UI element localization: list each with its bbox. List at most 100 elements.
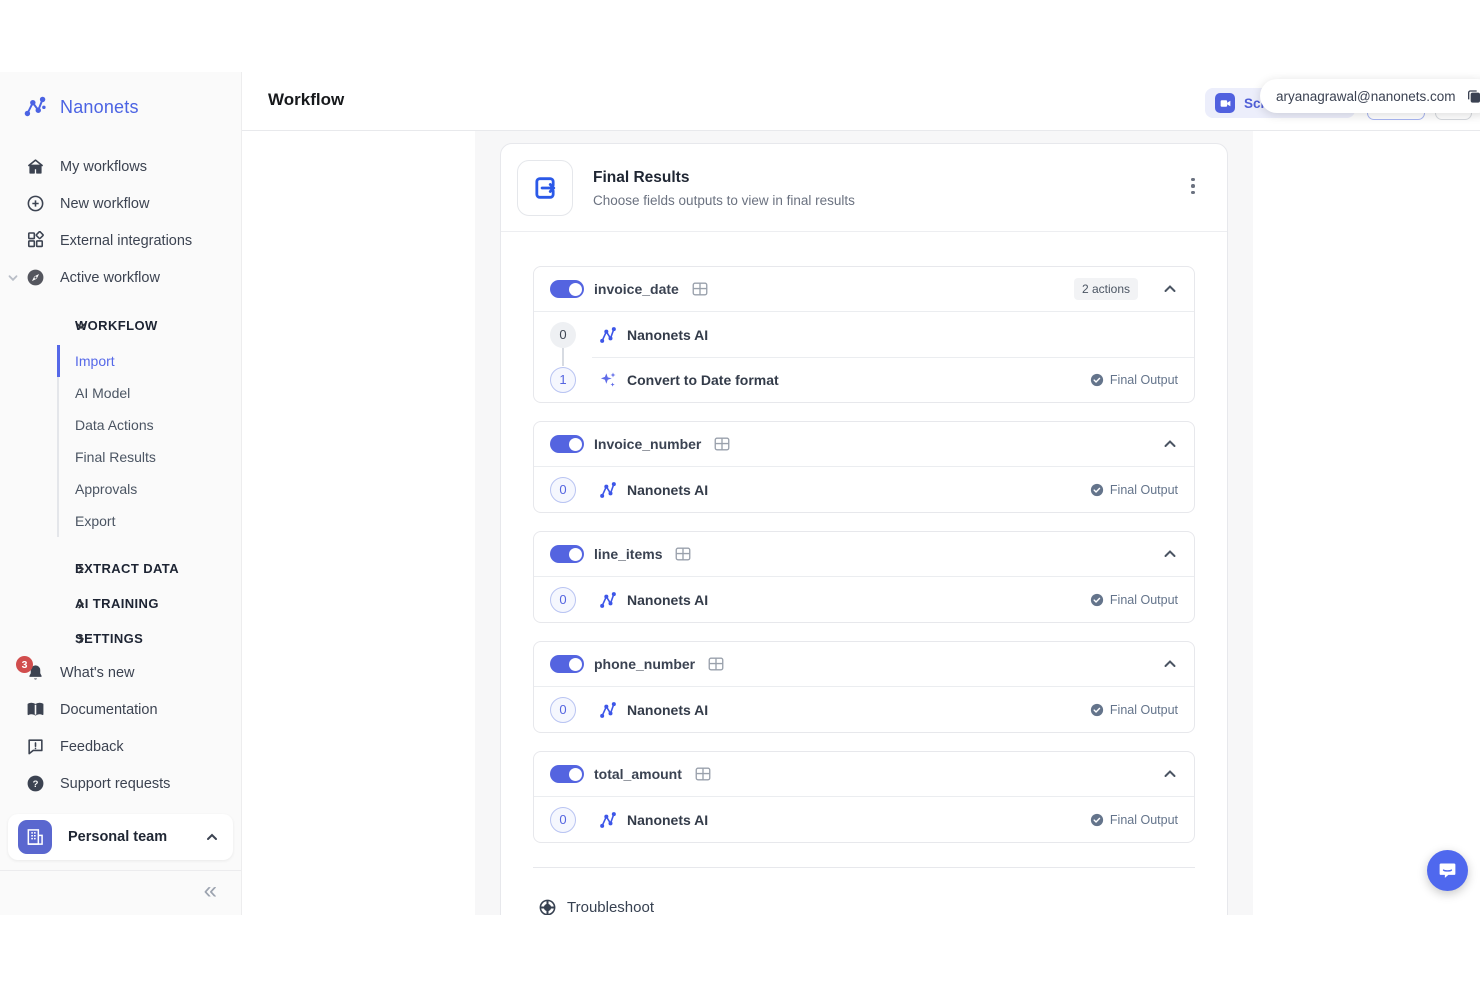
nanonets-logo-icon [22, 94, 48, 120]
building-icon [18, 820, 52, 854]
final-output-badge: Final Output [1090, 483, 1178, 497]
app-window: Nanonets My workflows New workflow [0, 72, 1480, 915]
sidebar-item-label: Active workflow [60, 270, 160, 286]
sidebar-item-label: Support requests [60, 776, 170, 792]
panel-subtitle: Choose fields outputs to view in final r… [593, 193, 855, 208]
sidebar-item-data-actions[interactable]: Data Actions [0, 409, 241, 441]
chevron-up-icon[interactable] [1162, 436, 1178, 452]
sidebar-section-workflow[interactable]: WORKFLOW [0, 308, 241, 343]
export-icon [531, 174, 559, 202]
workflow-step-row[interactable]: 0 Nanonets AI Final Output [534, 467, 1194, 512]
field-name: phone_number [594, 656, 695, 672]
nanonets-ai-icon [598, 700, 618, 720]
field-card-header: phone_number [534, 642, 1194, 686]
fields-list: invoice_date 2 actions 0 Nanonets AI 1 [501, 232, 1227, 843]
section-label: EXTRACT DATA [75, 561, 179, 576]
chevron-down-icon [7, 272, 19, 284]
step-number: 0 [550, 587, 576, 613]
chevron-up-icon[interactable] [1162, 546, 1178, 562]
chevron-up-icon[interactable] [1162, 656, 1178, 672]
nanonets-ai-icon [598, 325, 618, 345]
integrations-icon [26, 231, 45, 250]
sidebar-item-whats-new[interactable]: 3 What's new [0, 654, 241, 691]
notification-badge: 3 [16, 656, 33, 673]
workflow-step-row[interactable]: 0 Nanonets AI Final Output [534, 687, 1194, 732]
field-steps: 0 Nanonets AI Final Output [534, 796, 1194, 842]
field-card-header: Invoice_number [534, 422, 1194, 466]
sidebar-nav: My workflows New workflow External integ… [0, 148, 241, 656]
chevron-up-icon[interactable] [1162, 766, 1178, 782]
sidebar-item-label: Feedback [60, 739, 124, 755]
sidebar-item-label: My workflows [60, 159, 147, 175]
field-card-header: line_items [534, 532, 1194, 576]
sidebar-section-settings[interactable]: SETTINGS [0, 621, 241, 656]
video-camera-icon [1215, 93, 1235, 113]
troubleshoot-link[interactable]: Troubleshoot [501, 868, 1227, 915]
workflow-sub-list: Import AI Model Data Actions Final Resul… [0, 345, 241, 537]
field-enabled-toggle[interactable] [550, 545, 584, 563]
workflow-step-row[interactable]: 0 Nanonets AI Final Output [534, 577, 1194, 622]
final-output-label: Final Output [1110, 483, 1178, 497]
step-number: 0 [550, 807, 576, 833]
sidebar-footer: 3 What's new Documentation Fe [0, 654, 241, 915]
sidebar-item-label: New workflow [60, 196, 149, 212]
step-label: Nanonets AI [627, 482, 708, 498]
table-icon [674, 545, 692, 563]
field-steps: 0 Nanonets AI Final Output [534, 686, 1194, 732]
chevron-up-icon[interactable] [1162, 281, 1178, 297]
sidebar-item-external-integrations[interactable]: External integrations [0, 222, 241, 259]
team-selector[interactable]: Personal team [8, 814, 233, 860]
sidebar-item-new-workflow[interactable]: New workflow [0, 185, 241, 222]
table-icon [707, 655, 725, 673]
final-output-badge: Final Output [1090, 703, 1178, 717]
final-results-panel: Final Results Choose fields outputs to v… [500, 143, 1228, 915]
step-number: 0 [550, 697, 576, 723]
chevron-up-icon [205, 830, 219, 844]
step-label: Convert to Date format [627, 372, 779, 388]
chat-launcher-button[interactable] [1427, 850, 1468, 891]
kebab-menu-button[interactable] [1185, 176, 1201, 196]
check-circle-icon [1090, 593, 1104, 607]
field-card: Invoice_number 0 Nanonets AI Final Outpu… [533, 421, 1195, 513]
sidebar-item-my-workflows[interactable]: My workflows [0, 148, 241, 185]
sidebar-item-active-workflow[interactable]: Active workflow [0, 259, 241, 296]
sidebar-item-export[interactable]: Export [0, 505, 241, 537]
sidebar-item-support-requests[interactable]: ? Support requests [0, 765, 241, 802]
export-icon-box [517, 160, 573, 216]
sidebar-item-import[interactable]: Import [0, 345, 241, 377]
brand-logo[interactable]: Nanonets [0, 72, 241, 120]
step-label: Nanonets AI [627, 327, 708, 343]
email-text: aryanagrawal@nanonets.com [1276, 89, 1456, 104]
sidebar-item-ai-model[interactable]: AI Model [0, 377, 241, 409]
field-card: invoice_date 2 actions 0 Nanonets AI 1 [533, 266, 1195, 403]
field-steps: 0 Nanonets AI 1 Convert to Date format F… [534, 311, 1194, 402]
check-circle-icon [1090, 373, 1104, 387]
chat-bubble-icon [1437, 860, 1458, 881]
sidebar-item-label: Documentation [60, 702, 158, 718]
check-circle-icon [1090, 483, 1104, 497]
book-icon [26, 700, 45, 719]
field-enabled-toggle[interactable] [550, 435, 584, 453]
field-enabled-toggle[interactable] [550, 280, 584, 298]
sidebar-item-label: External integrations [60, 233, 192, 249]
sidebar-item-documentation[interactable]: Documentation [0, 691, 241, 728]
workflow-step-row[interactable]: 1 Convert to Date format Final Output [534, 357, 1194, 402]
brand-name: Nanonets [60, 97, 139, 118]
actions-count-badge: 2 actions [1074, 278, 1138, 300]
field-enabled-toggle[interactable] [550, 765, 584, 783]
workflow-step-row[interactable]: 0 Nanonets AI [534, 312, 1194, 357]
chevron-right-icon [75, 598, 87, 610]
sidebar: Nanonets My workflows New workflow [0, 72, 242, 915]
field-enabled-toggle[interactable] [550, 655, 584, 673]
collapse-sidebar-button[interactable]: « [204, 879, 217, 903]
step-label: Nanonets AI [627, 702, 708, 718]
sidebar-item-feedback[interactable]: Feedback [0, 728, 241, 765]
plus-circle-icon [26, 194, 45, 213]
field-name: Invoice_number [594, 436, 701, 452]
sidebar-section-extract-data[interactable]: EXTRACT DATA [0, 551, 241, 586]
sidebar-item-approvals[interactable]: Approvals [0, 473, 241, 505]
workflow-step-row[interactable]: 0 Nanonets AI Final Output [534, 797, 1194, 842]
sidebar-section-ai-training[interactable]: AI TRAINING [0, 586, 241, 621]
copy-icon[interactable] [1466, 88, 1480, 104]
sidebar-item-final-results[interactable]: Final Results [0, 441, 241, 473]
